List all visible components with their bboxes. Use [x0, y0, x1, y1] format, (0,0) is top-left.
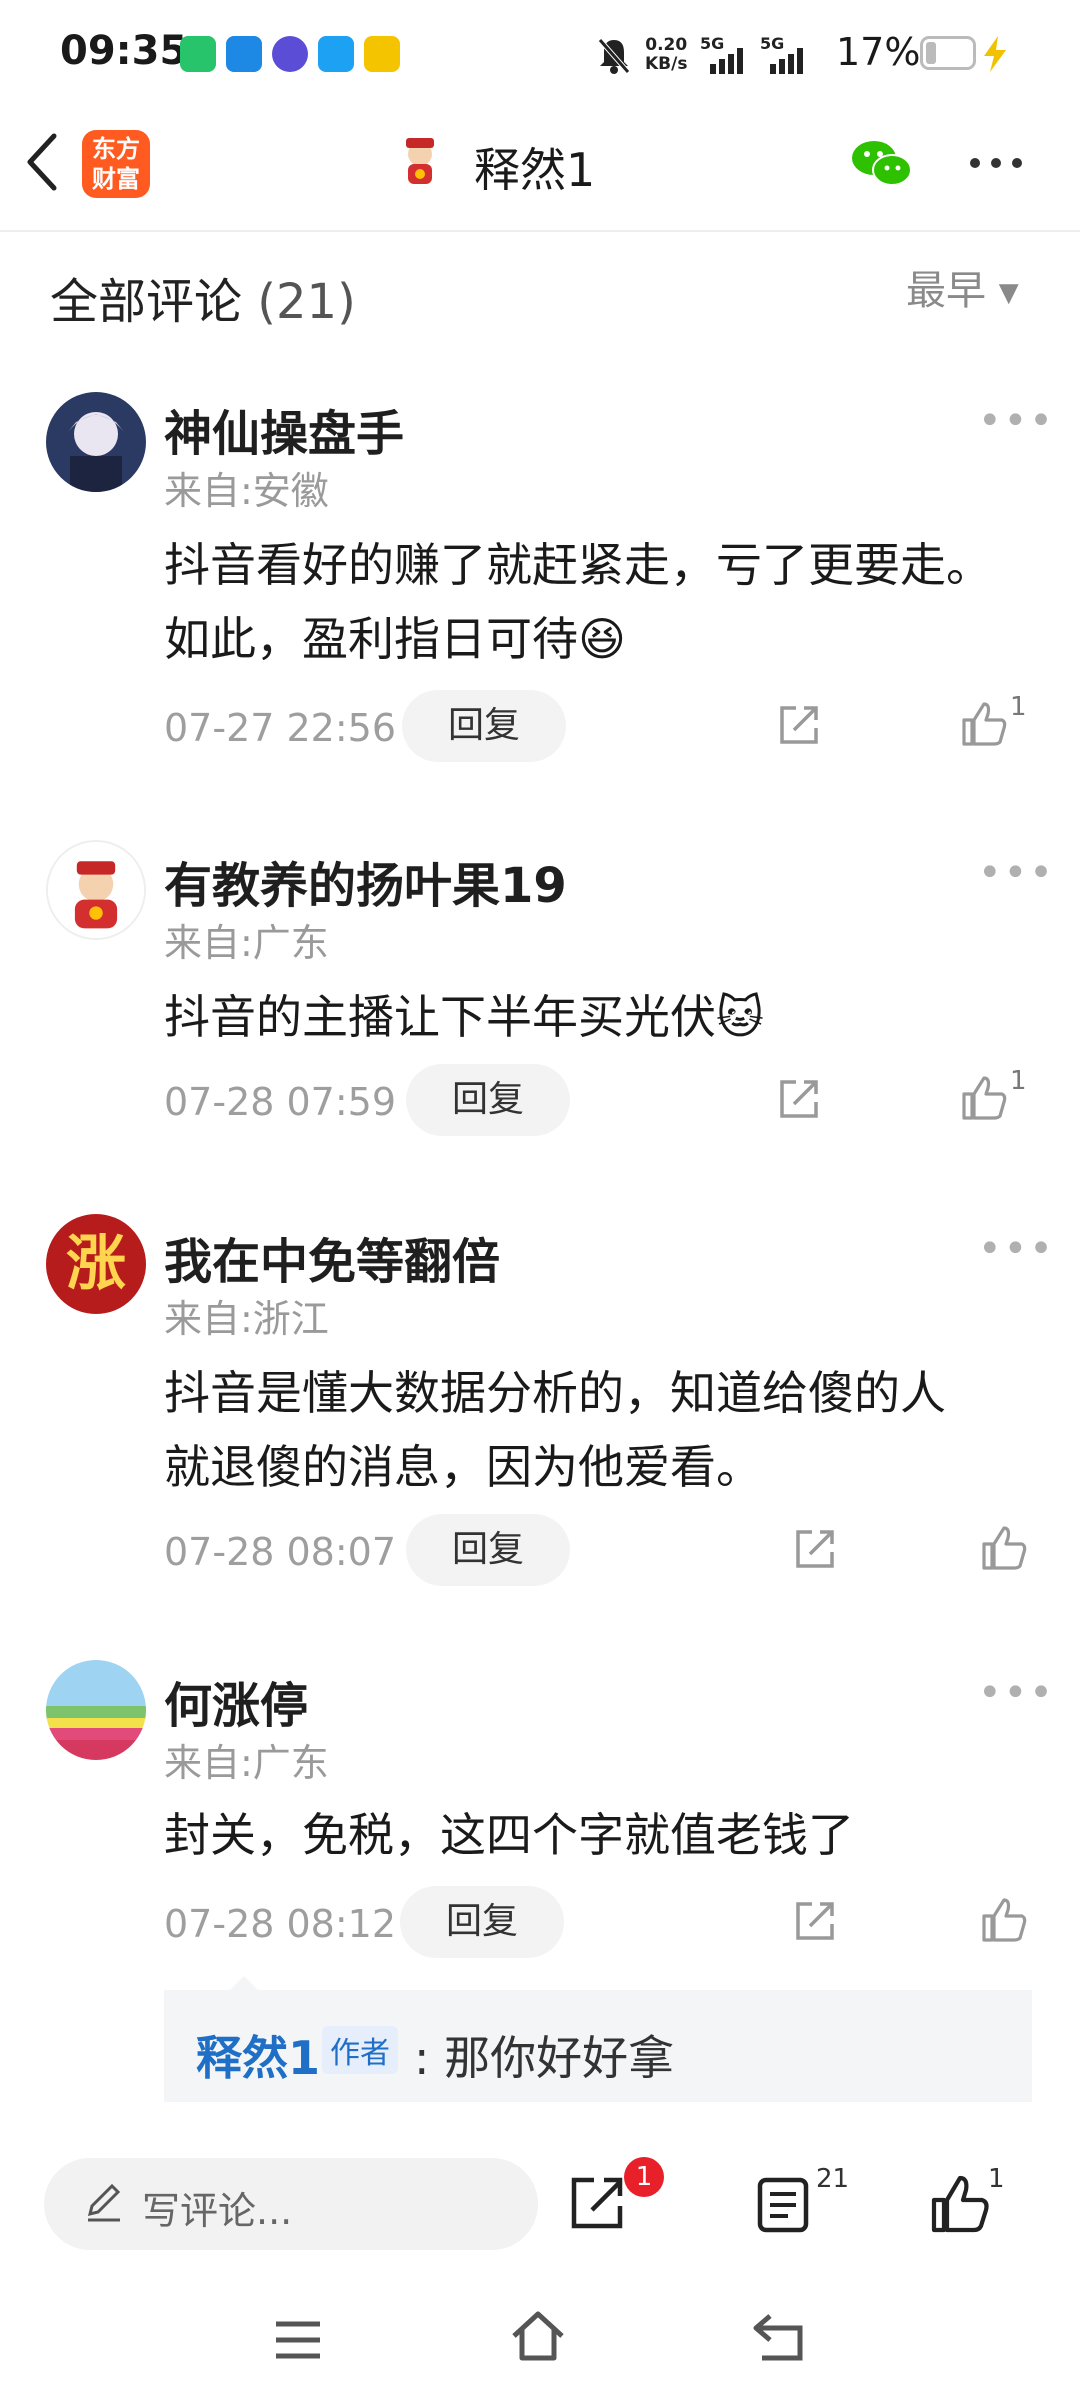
- thumbs-up-icon[interactable]: [930, 2174, 990, 2234]
- author-avatar[interactable]: [392, 132, 448, 188]
- reply-pointer: [230, 1976, 258, 1990]
- like-count: 1: [1010, 692, 1027, 722]
- back-arrow-icon[interactable]: [20, 130, 64, 194]
- message-app-icon: [226, 36, 262, 72]
- reply-button[interactable]: 回复: [406, 1514, 570, 1586]
- fortune-god-avatar-image: [48, 842, 144, 938]
- pencil-icon: [87, 2183, 121, 2222]
- tieba-app-icon: [272, 36, 308, 72]
- network-speed: 0.20 KB/s: [645, 35, 688, 74]
- comment-username[interactable]: 有教养的扬叶果19: [164, 846, 567, 916]
- share-count-badge: 1: [624, 2157, 664, 2197]
- author-tag-badge: 作者: [322, 2026, 398, 2074]
- comment-body: 封关，免税，这四个字就值老钱了: [164, 1808, 854, 1862]
- thumbs-up-icon[interactable]: [980, 1896, 1028, 1944]
- dropdown-triangle-icon: ▼: [998, 278, 1019, 308]
- battery-percent: 17%: [836, 30, 921, 74]
- thumbs-up-icon[interactable]: [960, 700, 1008, 748]
- user-avatar[interactable]: [46, 840, 146, 940]
- comment-username[interactable]: 何涨停: [164, 1666, 308, 1736]
- signal-bars-icon: [710, 48, 743, 74]
- flower-field-avatar-image: [46, 1660, 146, 1760]
- author-name[interactable]: 释然1: [474, 134, 595, 200]
- comment-body: 抖音看好的赚了就赶紧走，亏了更要走。 如此，盈利指日可待😆: [164, 538, 992, 666]
- share-icon[interactable]: [776, 1076, 822, 1122]
- signal-bars-icon-2: [770, 48, 803, 74]
- avatar-text: 涨: [66, 1229, 126, 1299]
- reply-button[interactable]: 回复: [402, 690, 566, 762]
- anime-avatar-image: [46, 392, 146, 492]
- comment-location: 来自:广东: [164, 1741, 329, 1785]
- back-nav-icon[interactable]: [750, 2310, 808, 2364]
- share-icon[interactable]: [792, 1526, 838, 1572]
- thumbs-up-icon[interactable]: [960, 1074, 1008, 1122]
- like-count: 1: [988, 2164, 1005, 2194]
- share-icon[interactable]: [568, 2172, 628, 2232]
- comment-body: 抖音是懂大数据分析的，知道给傻的人 就退傻的消息，因为他爱看。: [164, 1366, 946, 1494]
- share-icon[interactable]: [776, 702, 822, 748]
- share-icon[interactable]: [792, 1898, 838, 1944]
- media-app-icon: [318, 36, 354, 72]
- comment-more-icon[interactable]: •••: [978, 850, 1055, 896]
- comment-location: 来自:广东: [164, 921, 329, 965]
- comment-location: 来自:安徽: [164, 469, 329, 513]
- author-reply-text: : 那你好好拿: [414, 2031, 675, 2085]
- mute-bell-icon: [598, 38, 630, 74]
- like-count: 1: [1010, 1066, 1027, 1096]
- user-avatar[interactable]: [46, 1660, 146, 1760]
- comment-more-icon[interactable]: •••: [978, 398, 1055, 444]
- comment-date: 07-28 08:07: [164, 1530, 397, 1574]
- clock: 09:35: [60, 28, 188, 74]
- comment-body: 抖音的主播让下半年买光伏🐱: [164, 990, 764, 1044]
- user-avatar[interactable]: [46, 392, 146, 492]
- comment-more-icon[interactable]: •••: [978, 1670, 1055, 1716]
- thumbs-up-icon[interactable]: [980, 1524, 1028, 1572]
- reply-button[interactable]: 回复: [406, 1064, 570, 1136]
- reply-button[interactable]: 回复: [400, 1886, 564, 1958]
- comments-count: (21): [257, 274, 356, 330]
- comment-date: 07-28 07:59: [164, 1080, 397, 1124]
- comment-count: 21: [816, 2164, 850, 2194]
- home-icon[interactable]: [508, 2308, 568, 2364]
- video-app-icon: [180, 36, 216, 72]
- comment-username[interactable]: 我在中免等翻倍: [164, 1222, 500, 1292]
- more-options-icon[interactable]: [968, 156, 1024, 170]
- sort-label: 最早: [906, 268, 986, 314]
- comment-more-icon[interactable]: •••: [978, 1226, 1055, 1272]
- comment-date: 07-28 08:12: [164, 1902, 397, 1946]
- comment-list-icon[interactable]: [756, 2176, 810, 2234]
- menu-icon[interactable]: [272, 2318, 324, 2362]
- game-app-icon: [364, 36, 400, 72]
- comments-header: 全部评论 (21): [50, 262, 356, 332]
- status-bar: 09:35 0.20 KB/s 5G 5G 17%: [0, 0, 1080, 110]
- comment-date: 07-27 22:56: [164, 706, 397, 750]
- author-reply-name[interactable]: 释然1: [196, 2022, 320, 2088]
- comment-username[interactable]: 神仙操盘手: [164, 394, 404, 464]
- comment-location: 来自:浙江: [164, 1297, 329, 1341]
- user-avatar[interactable]: 涨: [46, 1214, 146, 1314]
- comments-title: 全部评论: [50, 274, 243, 330]
- sort-dropdown[interactable]: 最早 ▼: [906, 258, 1019, 316]
- app-logo[interactable]: 东方 财富: [82, 130, 150, 198]
- battery-icon: [920, 36, 976, 70]
- charging-icon: [984, 36, 1006, 72]
- write-comment-placeholder: 写评论...: [142, 2189, 293, 2233]
- wechat-icon[interactable]: [850, 138, 914, 190]
